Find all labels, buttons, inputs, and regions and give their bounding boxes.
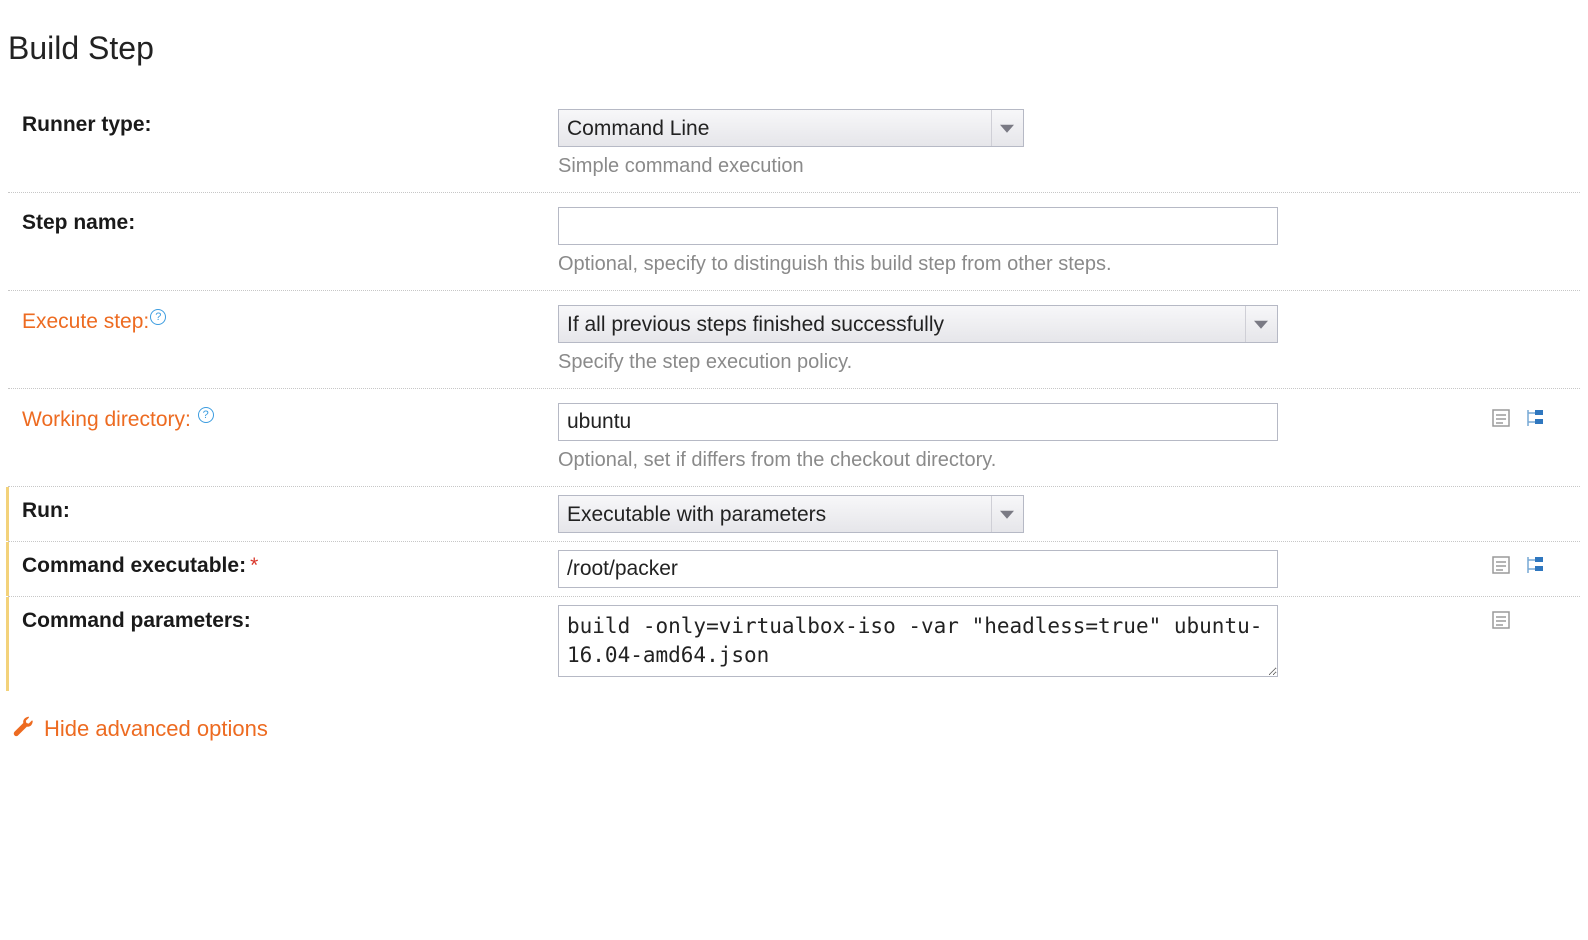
runner-type-hint: Simple command execution — [558, 155, 1482, 178]
field-execute-step: Execute step:? If all previous steps fin… — [8, 291, 1580, 389]
working-directory-label: Working directory: — [22, 408, 191, 431]
page-title: Build Step — [8, 30, 1580, 67]
help-icon[interactable]: ? — [150, 309, 166, 325]
command-parameters-label: Command parameters: — [22, 609, 251, 632]
command-executable-input[interactable] — [558, 550, 1278, 588]
wrench-icon — [12, 715, 34, 743]
field-command-executable: Command executable:* — [8, 542, 1580, 597]
step-name-hint: Optional, specify to distinguish this bu… — [558, 253, 1482, 276]
notes-icon[interactable] — [1490, 609, 1512, 631]
required-asterisk: * — [246, 554, 258, 577]
field-working-directory: Working directory: ? Optional, set if di… — [8, 389, 1580, 487]
field-run: Run: Executable with parameters — [8, 487, 1580, 542]
notes-icon[interactable] — [1490, 407, 1512, 429]
run-select[interactable]: Executable with parameters — [558, 495, 1024, 533]
hide-advanced-options-link[interactable]: Hide advanced options — [12, 715, 268, 743]
step-name-input[interactable] — [558, 207, 1278, 245]
highlight-stripe — [6, 542, 9, 596]
field-step-name: Step name: Optional, specify to distingu… — [8, 193, 1580, 291]
field-command-parameters: Command parameters: — [8, 597, 1580, 691]
execute-step-label: Execute step: — [22, 310, 149, 333]
highlight-stripe — [6, 597, 9, 691]
working-directory-hint: Optional, set if differs from the checko… — [558, 449, 1482, 472]
runner-type-select[interactable]: Command Line — [558, 109, 1024, 147]
runner-type-label: Runner type: — [22, 113, 152, 136]
tree-icon[interactable] — [1524, 554, 1546, 576]
working-directory-input[interactable] — [558, 403, 1278, 441]
command-parameters-textarea[interactable] — [558, 605, 1278, 677]
hide-advanced-options-label: Hide advanced options — [44, 716, 268, 742]
execute-step-select[interactable]: If all previous steps finished successfu… — [558, 305, 1278, 343]
field-runner-type: Runner type: Command Line Simple command… — [8, 95, 1580, 193]
notes-icon[interactable] — [1490, 554, 1512, 576]
execute-step-hint: Specify the step execution policy. — [558, 351, 1482, 374]
run-label: Run: — [22, 499, 70, 522]
step-name-label: Step name: — [22, 211, 135, 234]
tree-icon[interactable] — [1524, 407, 1546, 429]
help-icon[interactable]: ? — [198, 407, 214, 423]
highlight-stripe — [6, 487, 9, 541]
command-executable-label: Command executable: — [22, 554, 246, 577]
